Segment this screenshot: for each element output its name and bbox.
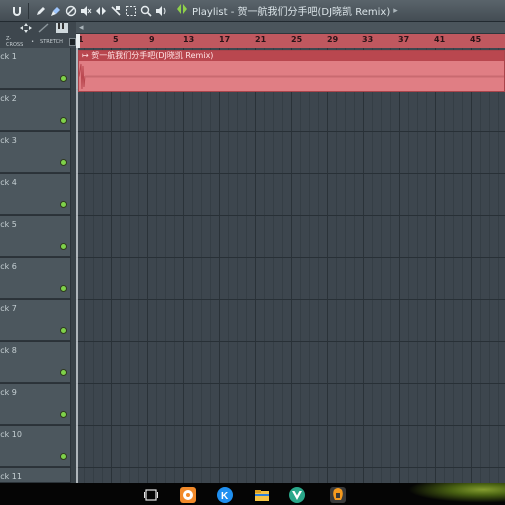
clip-label: ↦ 贺一航我们分手吧(DJ晓凯 Remix) [82,51,213,61]
audio-clip[interactable]: ↦ 贺一航我们分手吧(DJ晓凯 Remix) [78,50,505,92]
bar-number: 29 [327,35,339,44]
track-name: rack 11 [0,472,22,481]
play-arrows-icon[interactable] [176,3,188,18]
brush-icon[interactable] [49,4,63,18]
bar-number: 13 [183,35,195,44]
delete-icon[interactable] [64,4,78,18]
track-enable-led[interactable] [60,75,67,82]
zoom-icon[interactable] [139,4,153,18]
track-name: rack 7 [0,304,17,313]
bar-number: 33 [362,35,374,44]
bar-numbers[interactable]: 1 5 9 13 17 21 25 29 33 37 41 45 [76,34,505,48]
track-name: rack 4 [0,178,17,187]
zcross-label[interactable]: Z-CROSS [6,36,25,48]
zcross-dot-icon: • [31,39,35,45]
pencil-icon[interactable] [34,4,48,18]
magnet-icon[interactable] [10,4,24,18]
music-app-icon[interactable] [180,487,196,503]
clip-name: 贺一航我们分手吧(DJ晓凯 Remix) [91,51,214,60]
clip-header[interactable]: ↦ 贺一航我们分手吧(DJ晓凯 Remix) [79,51,504,61]
slip-icon[interactable] [94,4,108,18]
track-name: rack 2 [0,94,17,103]
track-header[interactable]: rack 9 [0,384,71,425]
bar-number: 41 [434,35,446,44]
stretch-label[interactable]: STRETCH [40,39,63,45]
track-name: rack 3 [0,136,17,145]
track-enable-led[interactable] [60,411,67,418]
track-header[interactable]: rack 7 [0,300,71,341]
bar-number: 45 [470,35,482,44]
scroll-left-icon[interactable]: ◂ [79,22,84,34]
track-name: rack 9 [0,388,17,397]
kugou-icon[interactable]: K [217,487,233,503]
track-enable-led[interactable] [60,453,67,460]
task-view-icon[interactable] [143,487,159,503]
track-enable-led[interactable] [60,159,67,166]
track-header-toolbar: Z-CROSS • STRETCH [0,22,76,48]
track-name: rack 1 [0,52,17,61]
playlist-grid[interactable] [76,48,505,483]
vue-app-icon[interactable] [289,487,305,503]
piano-icon[interactable] [56,22,68,36]
clip-menu-icon[interactable]: ↦ [82,51,89,60]
playlist-toolbar: Playlist - 贺一航我们分手吧(DJ晓凯 Remix) ▸ [0,0,505,22]
toolbar-divider [28,2,29,19]
track-name: rack 5 [0,220,17,229]
track-enable-led[interactable] [60,327,67,334]
bar-number: 21 [255,35,267,44]
bar-number: 25 [291,35,303,44]
track-header[interactable]: rack 3 [0,132,71,173]
file-explorer-icon[interactable] [254,487,270,503]
bar-number: 37 [398,35,410,44]
track-header[interactable]: rack 8 [0,342,71,383]
track-enable-led[interactable] [60,243,67,250]
track-enable-led[interactable] [60,285,67,292]
horizontal-scrollbar[interactable]: ◂ [76,22,505,34]
speaker-icon[interactable] [154,4,168,18]
timeline-ruler[interactable]: ◂ 1 5 9 13 17 21 25 29 33 37 41 45 [76,22,505,48]
track-name: rack 10 [0,430,22,439]
track-header[interactable]: rack 10 [0,426,71,467]
track-header[interactable]: rack 5 [0,216,71,257]
slice-icon[interactable] [109,4,123,18]
title-menu-arrow-icon[interactable]: ▸ [393,6,398,16]
track-header[interactable]: rack 4 [0,174,71,215]
bar-number: 5 [113,35,119,44]
track-header[interactable]: rack 2 [0,90,71,131]
bar-number: 17 [219,35,231,44]
bar-number: 9 [149,35,155,44]
track-name: rack 8 [0,346,17,355]
fl-studio-icon[interactable] [330,487,346,503]
svg-text:K: K [221,491,229,502]
draw-icon[interactable] [38,22,50,36]
pin-checkbox-icon[interactable] [68,38,76,46]
mute-icon[interactable] [79,4,93,18]
window-title: Playlist - 贺一航我们分手吧(DJ晓凯 Remix) [192,7,391,18]
track-enable-led[interactable] [60,369,67,376]
track-header[interactable]: rack 6 [0,258,71,299]
select-icon[interactable] [124,4,138,18]
playhead[interactable] [76,48,78,483]
track-list: rack 1 rack 2 rack 3 rack 4 rack 5 rack … [0,48,76,483]
track-header[interactable]: rack 11 [0,468,71,483]
waveform [79,63,504,90]
track-name: rack 6 [0,262,17,271]
song-start-marker[interactable] [76,34,80,48]
move-icon[interactable] [20,22,32,36]
track-header[interactable]: rack 1 [0,48,71,89]
desktop-wallpaper-accent [395,483,505,505]
track-enable-led[interactable] [60,117,67,124]
track-enable-led[interactable] [60,201,67,208]
